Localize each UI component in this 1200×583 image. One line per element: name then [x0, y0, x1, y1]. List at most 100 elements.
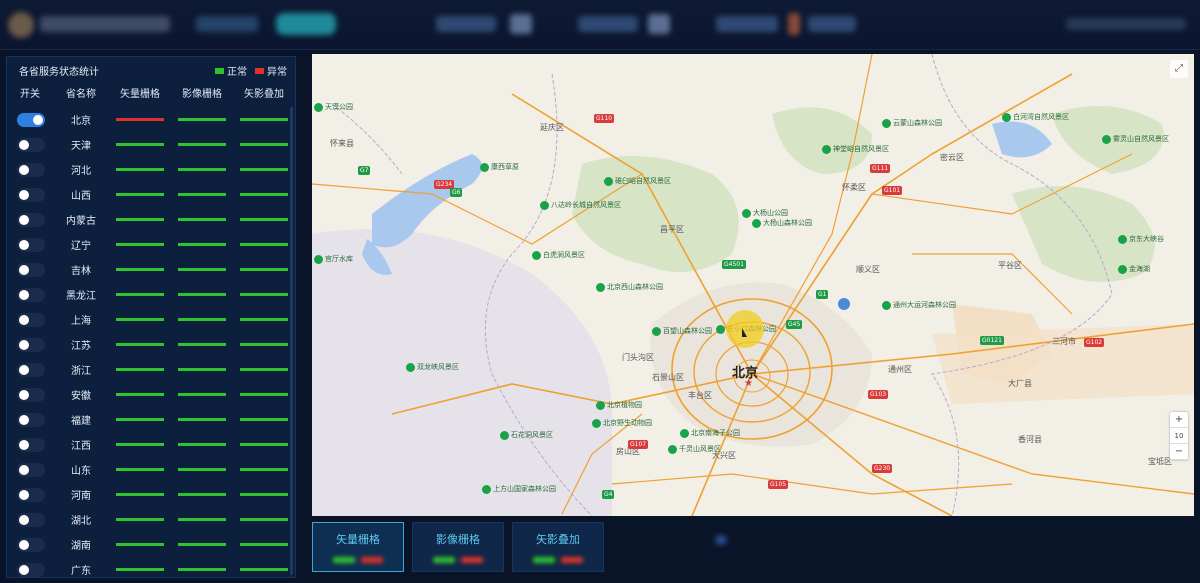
map-poi[interactable]: 云蒙山森林公园 — [882, 118, 942, 128]
imagery-status-bar — [178, 443, 226, 446]
overlay-status-bar — [240, 318, 288, 321]
map-poi[interactable]: 雾灵山自然风景区 — [1102, 134, 1169, 144]
fullscreen-button[interactable]: ⤢ — [1170, 60, 1188, 78]
map-poi[interactable]: 官厅水库 — [314, 254, 353, 264]
toggle-knob — [19, 164, 29, 175]
panel-scrollbar[interactable] — [290, 107, 293, 575]
province-toggle[interactable] — [17, 262, 45, 277]
map-poi[interactable]: 千灵山风景区 — [668, 444, 721, 454]
nav-icon-2[interactable] — [648, 14, 670, 34]
map-poi[interactable]: 京东大峡谷 — [1118, 234, 1164, 244]
province-toggle[interactable] — [17, 487, 45, 502]
park-icon — [752, 218, 761, 228]
province-toggle[interactable] — [17, 162, 45, 177]
layer-tab-overlay-stats — [513, 557, 603, 563]
map-poi[interactable]: 上方山国家森林公园 — [482, 484, 556, 494]
status-cell — [233, 418, 295, 421]
province-toggle[interactable] — [17, 212, 45, 227]
header-switch: 开关 — [20, 89, 40, 100]
road-shield: G102 — [1084, 338, 1105, 347]
map-poi[interactable]: 大杨山公园 — [742, 208, 788, 218]
nav-item-5[interactable] — [716, 16, 778, 32]
map-poi[interactable]: 石花洞风景区 — [500, 430, 553, 440]
map-poi[interactable]: 通州大运河森林公园 — [882, 300, 956, 310]
province-toggle[interactable] — [17, 512, 45, 527]
province-toggle[interactable] — [17, 562, 45, 577]
status-cell — [171, 443, 233, 446]
zoom-out-button[interactable]: − — [1170, 444, 1188, 460]
map-place-label: 昌平区 — [660, 225, 684, 234]
legend-normal: 正常 — [215, 63, 247, 78]
park-icon — [500, 430, 509, 440]
map-poi-label: 百望山森林公园 — [663, 327, 712, 335]
map-poi-label: 石花洞风景区 — [511, 431, 553, 439]
overlay-status-bar — [240, 418, 288, 421]
toggle-knob — [19, 514, 29, 525]
park-icon — [604, 176, 613, 186]
map-poi[interactable]: 天漠公园 — [314, 102, 353, 112]
zoom-in-button[interactable]: + — [1170, 412, 1188, 428]
province-toggle[interactable] — [17, 387, 45, 402]
province-toggle[interactable] — [17, 287, 45, 302]
layer-tab-overlay[interactable]: 矢影叠加 — [512, 522, 604, 572]
status-cell — [109, 318, 171, 321]
province-toggle[interactable] — [17, 337, 45, 352]
layer-tab-imagery[interactable]: 影像栅格 — [412, 522, 504, 572]
map-poi[interactable]: 北京西山森林公园 — [596, 282, 663, 292]
map-poi[interactable]: 北京野生动物园 — [592, 418, 652, 428]
nav-item-4[interactable] — [578, 16, 638, 32]
province-toggle[interactable] — [17, 362, 45, 377]
province-toggle[interactable] — [17, 312, 45, 327]
nav-item-3[interactable] — [436, 16, 496, 32]
map-poi[interactable]: 双龙峡风景区 — [406, 362, 459, 372]
province-name: 福建 — [71, 416, 91, 427]
province-toggle[interactable] — [17, 537, 45, 552]
status-cell — [109, 193, 171, 196]
nav-item-2-active[interactable] — [276, 13, 336, 35]
layer-tab-vector[interactable]: 矢量栅格 — [312, 522, 404, 572]
toggle-knob — [19, 139, 29, 150]
nav-icon-3[interactable] — [788, 13, 800, 35]
nav-icon-1[interactable] — [510, 14, 532, 34]
province-toggle[interactable] — [17, 237, 45, 252]
map-poi[interactable]: 大杨山森林公园 — [752, 218, 812, 228]
imagery-status-bar — [178, 343, 226, 346]
map-poi[interactable]: 八达岭长城自然风景区 — [540, 200, 621, 210]
map-poi[interactable]: 金海湖 — [1118, 264, 1150, 274]
map-poi[interactable]: 北京南海子公园 — [680, 428, 740, 438]
map-poi[interactable]: 北京植物园 — [596, 400, 642, 410]
imagery-status-bar — [178, 293, 226, 296]
status-cell — [233, 543, 295, 546]
map-poi[interactable]: 白虎涧风景区 — [532, 250, 585, 260]
map-poi[interactable]: 白河湾自然风景区 — [1002, 112, 1069, 122]
province-toggle[interactable] — [17, 137, 45, 152]
nav-item-6[interactable] — [808, 16, 856, 32]
table-row: 河南 — [7, 482, 295, 507]
province-toggle[interactable] — [17, 412, 45, 427]
status-cell — [233, 318, 295, 321]
map-poi[interactable]: 神堂峪自然风景区 — [822, 144, 889, 154]
table-row: 浙江 — [7, 357, 295, 382]
province-toggle[interactable] — [17, 437, 45, 452]
province-toggle[interactable] — [17, 187, 45, 202]
imagery-status-bar — [178, 543, 226, 546]
vector-status-bar — [116, 218, 164, 221]
overlay-status-bar — [240, 168, 288, 171]
table-row: 山西 — [7, 182, 295, 207]
top-bar — [0, 0, 1200, 50]
map-poi[interactable]: 康西草原 — [480, 162, 519, 172]
nav-item-1[interactable] — [196, 16, 258, 32]
imagery-status-bar — [178, 418, 226, 421]
map-view[interactable]: 怀来县 延庆区 密云区 怀柔区 昌平区 顺义区 平谷区 门头沟区 石景山区 丰台区 通州区 三河市 大厂… — [312, 54, 1194, 516]
province-name: 江西 — [71, 441, 91, 452]
table-row: 广东 — [7, 557, 295, 577]
map-poi[interactable]: 百望山森林公园 — [652, 326, 712, 336]
province-name: 河北 — [71, 166, 91, 177]
overlay-status-bar — [240, 468, 288, 471]
road-shield: G7 — [358, 166, 371, 175]
status-cell — [109, 143, 171, 146]
province-toggle[interactable] — [17, 112, 45, 127]
map-poi[interactable]: 碓臼峪自然风景区 — [604, 176, 671, 186]
imagery-status-bar — [178, 118, 226, 121]
province-toggle[interactable] — [17, 462, 45, 477]
